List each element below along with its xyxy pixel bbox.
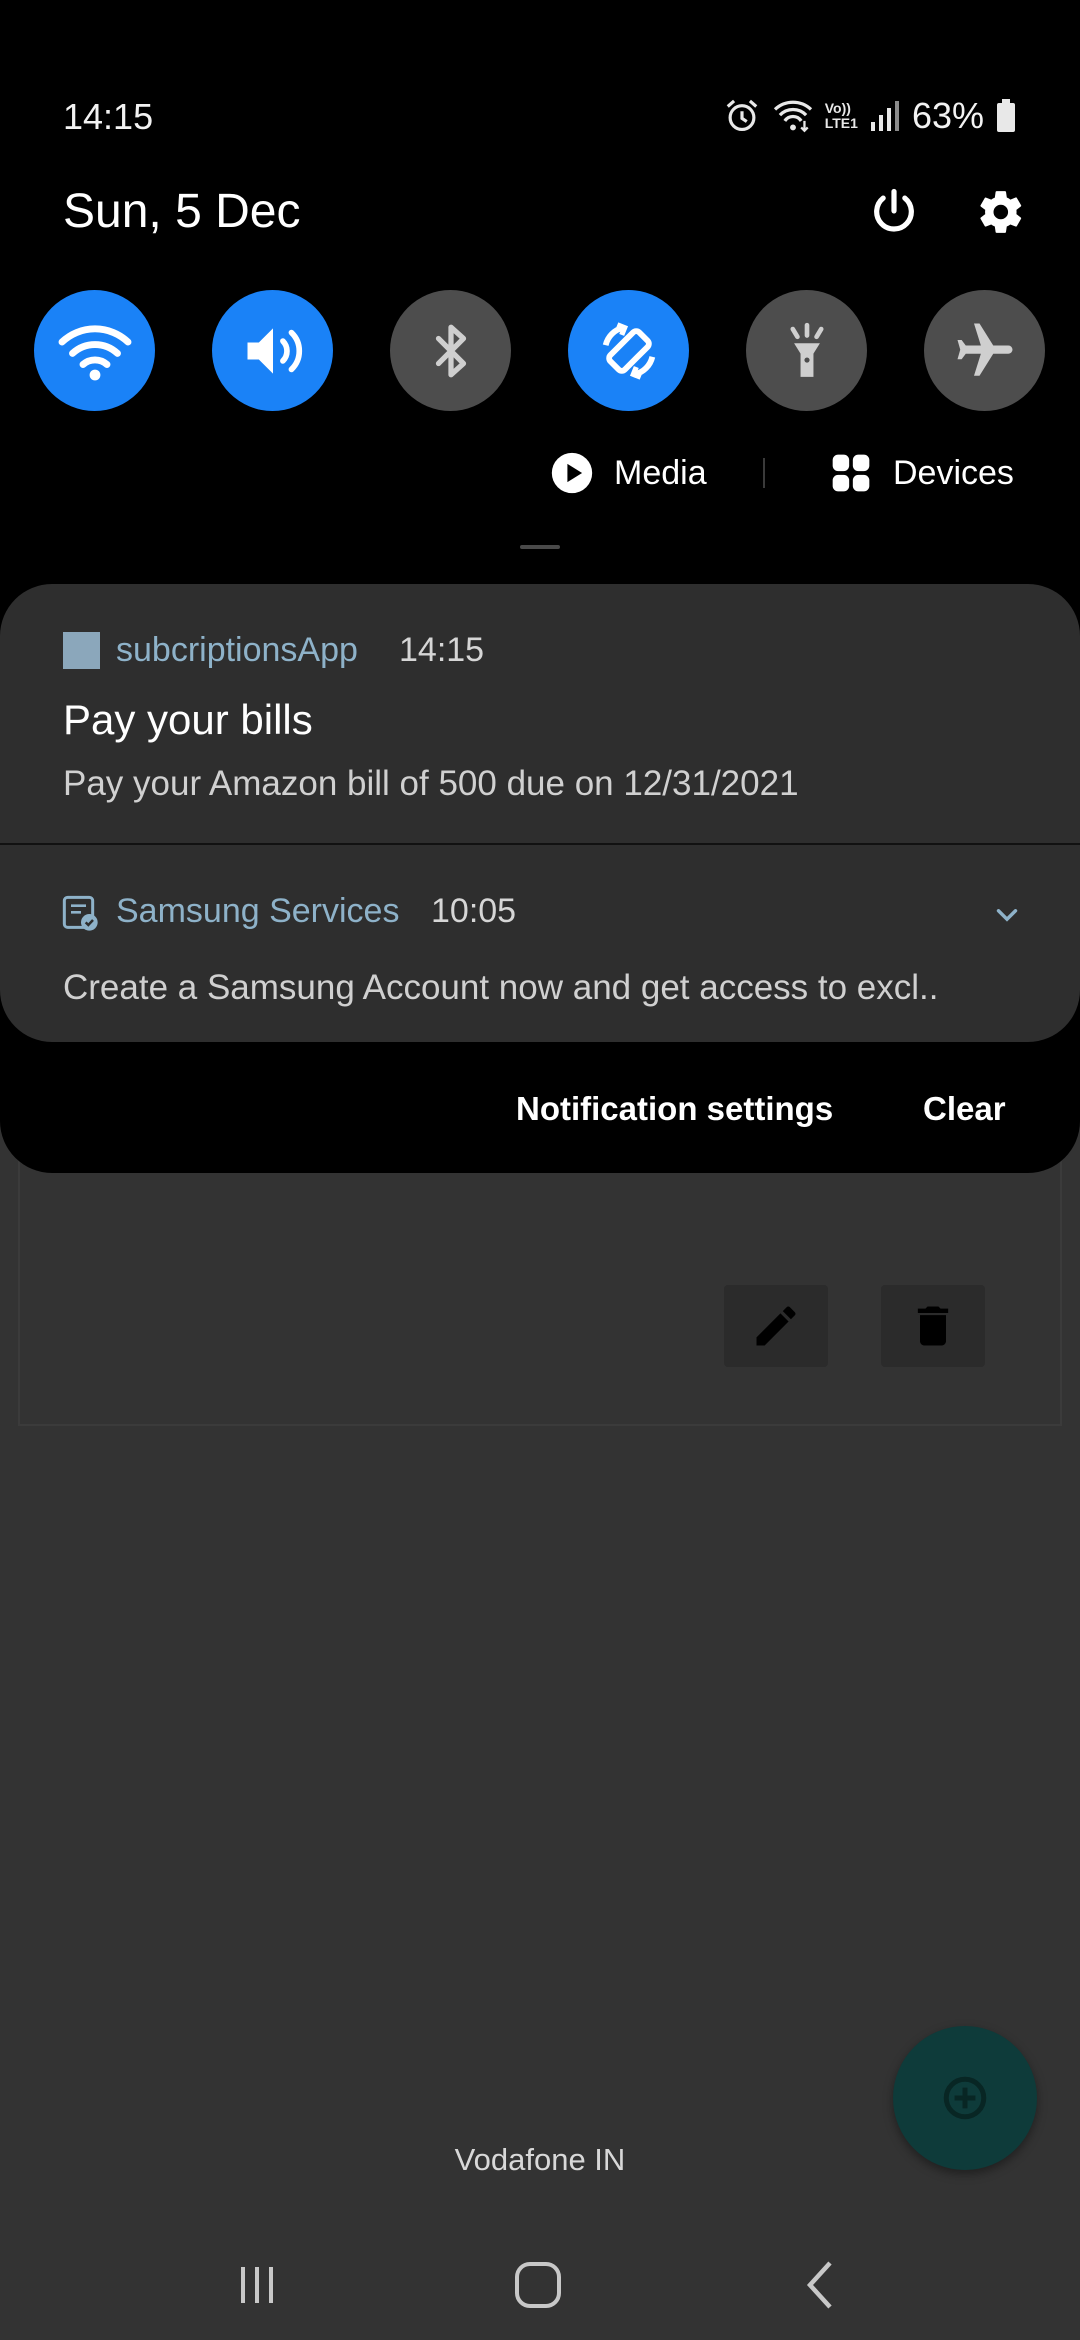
bluetooth-icon — [435, 324, 466, 377]
notification-time: 10:05 — [431, 892, 517, 930]
trash-icon — [917, 1306, 949, 1346]
volte-label: Vo)) — [824, 100, 851, 116]
notification-subscriptions[interactable]: subcriptionsApp 14:15 Pay your bills Pay… — [0, 584, 1080, 844]
status-icons: Vo)) LTE1 63% — [723, 94, 1016, 138]
delete-button[interactable] — [881, 1285, 985, 1367]
status-time: 14:15 — [63, 96, 154, 137]
battery-icon — [997, 99, 1015, 132]
navigation-bar — [0, 2230, 1080, 2340]
drag-handle[interactable] — [520, 545, 560, 549]
back-button[interactable] — [760, 2230, 880, 2340]
media-divider — [763, 458, 765, 488]
qs-tile-wifi[interactable] — [34, 290, 155, 411]
carrier-label: Vodafone IN — [454, 2142, 626, 2177]
play-circle-icon — [551, 452, 593, 494]
speaker-icon — [247, 327, 302, 374]
recents-icon — [241, 2267, 273, 2303]
airplane-icon — [957, 323, 1012, 376]
notification-samsung-services[interactable]: Samsung Services 10:05 Create a Samsung … — [0, 845, 1080, 1042]
notification-app-name: subcriptionsApp — [116, 631, 358, 669]
devices-label: Devices — [893, 453, 1014, 492]
app-icon-square — [63, 632, 100, 669]
settings-button[interactable] — [969, 180, 1033, 244]
quick-settings-row — [0, 290, 1080, 412]
notification-settings-button[interactable]: Notification settings — [516, 1090, 833, 1128]
home-icon — [515, 2262, 561, 2308]
power-icon — [874, 188, 914, 232]
qs-tile-auto-rotate[interactable] — [568, 290, 689, 411]
edit-button[interactable] — [724, 1285, 828, 1367]
flashlight-icon — [789, 322, 824, 377]
notification-body: Create a Samsung Account now and get acc… — [63, 968, 939, 1007]
notification-group: subcriptionsApp 14:15 Pay your bills Pay… — [0, 584, 1080, 1042]
media-button[interactable]: Media — [550, 446, 707, 500]
clear-button[interactable]: Clear — [923, 1090, 1006, 1128]
samsung-services-icon — [62, 895, 98, 931]
home-button[interactable] — [478, 2230, 598, 2340]
notification-shade: 14:15 Vo)) LTE1 63% Sun, 5 Dec Media Dev… — [0, 0, 1080, 1173]
qs-tile-airplane[interactable] — [924, 290, 1045, 411]
battery-percent: 63% — [911, 95, 984, 136]
expand-chevron-icon[interactable] — [990, 898, 1024, 932]
power-button[interactable] — [862, 180, 926, 244]
wifi-icon — [58, 324, 131, 380]
notification-body: Pay your Amazon bill of 500 due on 12/31… — [63, 764, 799, 803]
media-label: Media — [614, 453, 707, 492]
back-icon — [806, 2261, 832, 2309]
pencil-icon — [756, 1306, 796, 1346]
date-label: Sun, 5 Dec — [63, 185, 301, 238]
recents-button[interactable] — [197, 2230, 317, 2340]
lte-label: LTE1 — [824, 115, 858, 131]
gear-icon — [980, 191, 1022, 233]
wifi-calling-icon — [773, 100, 812, 133]
qs-tile-bluetooth[interactable] — [390, 290, 511, 411]
devices-grid-icon — [832, 454, 870, 492]
qs-tile-flashlight[interactable] — [746, 290, 867, 411]
signal-icon — [870, 101, 899, 131]
notification-app-name: Samsung Services — [116, 892, 400, 930]
add-circle-icon — [943, 2076, 987, 2120]
rotate-icon — [602, 321, 655, 380]
notification-time: 14:15 — [399, 631, 485, 669]
alarm-icon — [726, 99, 758, 132]
volte-lte1-icon: Vo)) LTE1 — [825, 101, 858, 131]
notification-title: Pay your bills — [63, 696, 313, 743]
qs-tile-sound[interactable] — [212, 290, 333, 411]
devices-button[interactable]: Devices — [829, 446, 1014, 500]
